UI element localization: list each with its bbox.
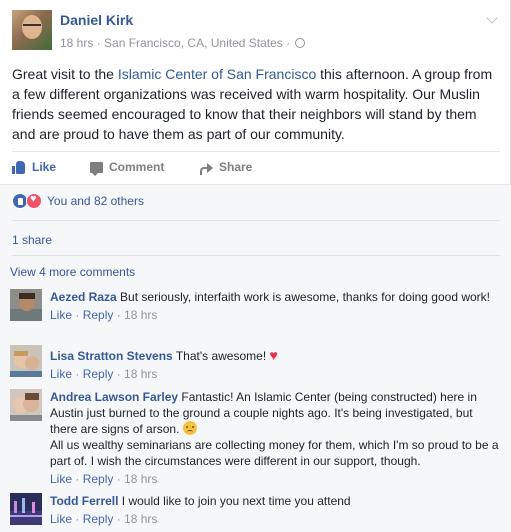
post-text: Great visit to the Islamic Center of San…: [12, 64, 500, 144]
reactions-text: You and 82 others: [47, 194, 144, 208]
commenter-name[interactable]: Aezed Raza: [50, 290, 117, 304]
love-reaction-icon: [26, 193, 42, 209]
comment-text-continued: All us wealthy seminarians are collectin…: [50, 438, 499, 468]
comment-time[interactable]: 18 hrs: [124, 512, 157, 526]
commenter-avatar[interactable]: [10, 493, 42, 525]
comment-text: That's awesome!: [175, 349, 267, 363]
divider: [12, 255, 500, 256]
view-more-comments-link[interactable]: View 4 more comments: [10, 265, 135, 279]
comment-text: I would like to join you next time you a…: [121, 494, 351, 508]
comment-reply-link[interactable]: Reply: [83, 512, 114, 526]
meta-separator: ·: [282, 36, 294, 50]
comment-action-separator: ·: [113, 472, 125, 486]
comment-like-link[interactable]: Like: [50, 367, 72, 381]
share-icon: [200, 162, 213, 175]
sad-emoji: [182, 421, 197, 435]
comment-actions: Like · Reply · 18 hrs: [50, 511, 500, 527]
feedback-section: You and 82 others 1 share View 4 more co…: [0, 184, 511, 532]
globe-icon[interactable]: [295, 38, 306, 48]
comment-reply-link[interactable]: Reply: [83, 472, 114, 486]
comment-like-link[interactable]: Like: [50, 308, 72, 322]
comment-action-separator: ·: [72, 367, 83, 381]
comment-text: But seriously, interfaith work is awesom…: [120, 290, 490, 304]
post-location[interactable]: San Francisco, CA, United States: [104, 36, 283, 50]
comment-time[interactable]: 18 hrs: [124, 472, 157, 486]
author-name[interactable]: Daniel Kirk: [60, 12, 133, 28]
comment-action-separator: ·: [72, 308, 83, 322]
comment-reply-link[interactable]: Reply: [83, 367, 114, 381]
comment-time[interactable]: 18 hrs: [124, 367, 157, 381]
commenter-name[interactable]: Todd Ferrell: [50, 494, 118, 508]
comment-time[interactable]: 18 hrs: [124, 308, 157, 322]
commenter-name[interactable]: Lisa Stratton Stevens: [50, 349, 173, 363]
comment-icon: [90, 161, 103, 176]
comment-reply-link[interactable]: Reply: [83, 308, 114, 322]
comment-action-separator: ·: [72, 512, 83, 526]
comment-button[interactable]: Comment: [90, 160, 165, 176]
comment-like-link[interactable]: Like: [50, 472, 72, 486]
commenter-name[interactable]: Andrea Lawson Farley: [50, 390, 178, 404]
comment-action-separator: ·: [113, 367, 125, 381]
post-meta: 18 hrs · San Francisco, CA, United State…: [60, 36, 306, 50]
like-button[interactable]: Like: [12, 160, 56, 174]
like-button-label: Like: [32, 160, 57, 174]
post-header: Daniel Kirk 18 hrs · San Francisco, CA, …: [12, 10, 500, 54]
comment-action-separator: ·: [72, 472, 83, 486]
like-icon: [12, 160, 26, 174]
comment-body: Aezed Raza But seriously, interfaith wor…: [50, 289, 500, 323]
post-text-start: Great visit to the: [12, 66, 118, 82]
islamic-center-link[interactable]: Islamic Center of San Francisco: [118, 66, 316, 82]
meta-separator: ·: [93, 36, 105, 50]
share-button[interactable]: Share: [200, 160, 253, 175]
shares-count[interactable]: 1 share: [12, 233, 52, 247]
avatar-glasses: [23, 24, 41, 28]
post-card: Daniel Kirk 18 hrs · San Francisco, CA, …: [0, 0, 511, 532]
share-button-label: Share: [219, 160, 253, 174]
chevron-down-icon[interactable]: [486, 12, 498, 24]
comment-body: Todd Ferrell I would like to join you ne…: [50, 493, 500, 527]
comment-actions: Like · Reply · 18 hrs: [50, 307, 500, 323]
post-time[interactable]: 18 hrs: [60, 36, 93, 50]
commenter-avatar[interactable]: [10, 289, 42, 321]
commenter-avatar[interactable]: [10, 389, 42, 421]
comment-actions: Like · Reply · 18 hrs: [50, 471, 500, 487]
heart-emoji: ♥: [269, 347, 278, 363]
action-bar: Like Comment Share: [12, 151, 500, 183]
comment-action-separator: ·: [113, 512, 125, 526]
comment-like-link[interactable]: Like: [50, 512, 72, 526]
author-avatar[interactable]: [12, 10, 52, 50]
comment-button-label: Comment: [109, 160, 165, 174]
comment-action-separator: ·: [113, 308, 125, 322]
divider: [12, 220, 500, 221]
comment-actions: Like · Reply · 18 hrs: [50, 366, 500, 382]
comment-body: Lisa Stratton Stevens That's awesome! ♥ …: [50, 347, 500, 382]
commenter-avatar[interactable]: [10, 345, 42, 377]
comment-body: Andrea Lawson Farley Fantastic! An Islam…: [50, 389, 500, 487]
reactions-summary[interactable]: You and 82 others: [12, 193, 144, 209]
